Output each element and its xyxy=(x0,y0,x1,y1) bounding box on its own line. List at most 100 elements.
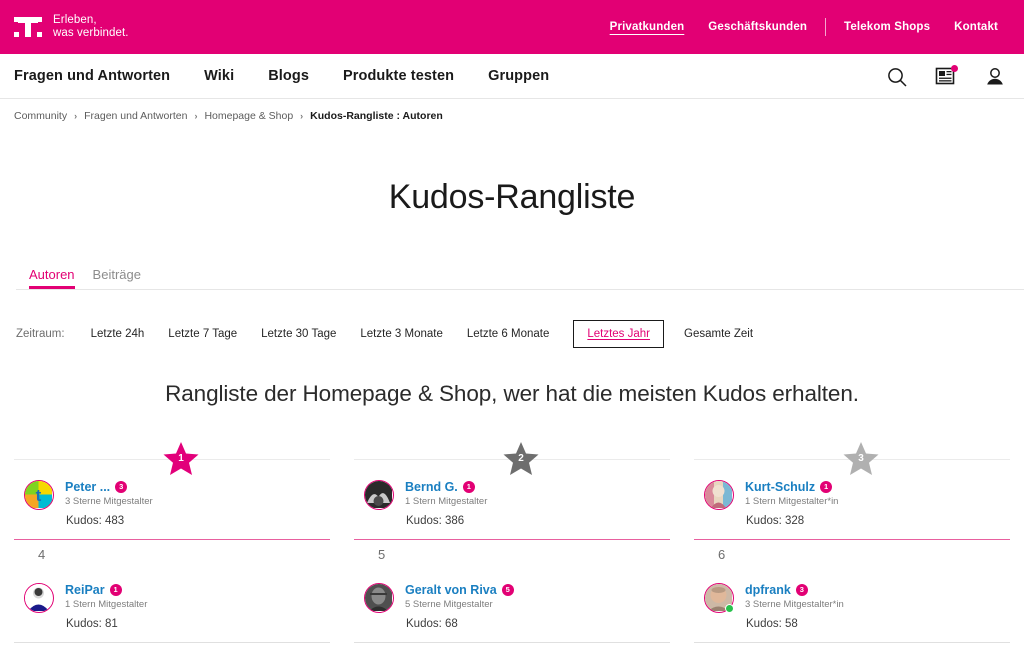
filter-letzte-7-tage[interactable]: Letzte 7 Tage xyxy=(168,328,261,340)
telekom-logo-icon xyxy=(14,16,42,38)
tab-beitraege[interactable]: Beiträge xyxy=(93,267,159,289)
utility-divider xyxy=(825,18,827,36)
rank-number: 6 xyxy=(718,547,726,562)
utility-link-privatkunden[interactable]: Privatkunden xyxy=(598,21,697,33)
card-bottom-divider xyxy=(14,642,330,643)
search-icon[interactable] xyxy=(886,66,908,88)
rank-star-icon: 2 xyxy=(502,440,540,478)
card-bottom-divider xyxy=(354,642,670,643)
leaderboard-grid: 1 t Peter ... 3 3 Sterne Mitgestalter Ku… xyxy=(14,437,1010,643)
rank-number: 3 xyxy=(858,452,864,464)
kudos-count: Kudos: 386 xyxy=(406,515,465,527)
user-info: Geralt von Riva 5 5 Sterne Mitgestalter xyxy=(405,583,514,610)
user-row[interactable]: Bernd G. 1 1 Stern Mitgestalter xyxy=(364,480,487,510)
tab-autoren[interactable]: Autoren xyxy=(16,267,93,289)
zeitraum-filter-bar: Zeitraum: Letzte 24h Letzte 7 Tage Letzt… xyxy=(16,320,1024,348)
filter-letzte-24h[interactable]: Letzte 24h xyxy=(91,328,169,340)
card-bottom-divider xyxy=(694,642,1010,643)
user-row[interactable]: dpfrank 3 3 Sterne Mitgestalter*in xyxy=(704,583,844,613)
username-link[interactable]: dpfrank xyxy=(745,583,791,597)
user-role: 1 Stern Mitgestalter xyxy=(405,496,488,507)
filter-letzte-3-monate[interactable]: Letzte 3 Monate xyxy=(360,328,466,340)
username-link[interactable]: Bernd G. xyxy=(405,480,458,494)
username-row: Geralt von Riva 5 xyxy=(405,583,514,597)
avatar[interactable] xyxy=(364,480,394,510)
nav-item-wiki[interactable]: Wiki xyxy=(187,68,251,84)
breadcrumb-item-homepage-shop[interactable]: Homepage & Shop xyxy=(204,110,293,122)
utility-link-geschaeftskunden[interactable]: Geschäftskunden xyxy=(696,21,819,33)
leaderboard-card: 6 dpfrank 3 3 Sterne Mitgestalter*in Kud… xyxy=(694,540,1010,643)
leaderboard-card: 2 Bernd G. 1 1 Stern Mitgestalter Kudos:… xyxy=(354,437,670,540)
utility-link-kontakt[interactable]: Kontakt xyxy=(942,21,1010,33)
avatar[interactable] xyxy=(704,583,734,613)
utility-links: Privatkunden Geschäftskunden Telekom Sho… xyxy=(598,0,1010,54)
online-status-indicator xyxy=(725,604,734,613)
avatar[interactable]: t xyxy=(24,480,54,510)
username-link[interactable]: Geralt von Riva xyxy=(405,583,497,597)
nav-item-gruppen[interactable]: Gruppen xyxy=(471,68,566,84)
notification-badge xyxy=(951,64,958,72)
kudos-count: Kudos: 328 xyxy=(746,515,805,527)
breadcrumb-separator: › xyxy=(300,111,304,121)
rank-badge-icon: 5 xyxy=(501,584,514,596)
rank-star-icon: 3 xyxy=(842,440,880,478)
avatar[interactable] xyxy=(24,583,54,613)
username-row: Kurt-Schulz 1 xyxy=(745,480,838,494)
leaderboard-tabs: Autoren Beiträge xyxy=(16,262,1024,290)
user-role: 3 Sterne Mitgestalter xyxy=(65,496,153,507)
user-role: 1 Stern Mitgestalter*in xyxy=(745,496,839,507)
username-link[interactable]: Kurt-Schulz xyxy=(745,480,815,494)
filter-letzte-6-monate[interactable]: Letzte 6 Monate xyxy=(467,328,573,340)
leaderboard-card: 4 ReiPar 1 1 Stern Mitgestalter Kudos: 8… xyxy=(14,540,330,643)
username-row: ReiPar 1 xyxy=(65,583,147,597)
rank-star-icon: 1 xyxy=(162,440,200,478)
nav-item-blogs[interactable]: Blogs xyxy=(251,68,326,84)
kudos-count: Kudos: 58 xyxy=(746,618,798,630)
breadcrumb-separator: › xyxy=(74,111,78,121)
breadcrumb-item-community[interactable]: Community xyxy=(14,110,67,122)
avatar[interactable] xyxy=(704,480,734,510)
user-info: ReiPar 1 1 Stern Mitgestalter xyxy=(65,583,147,610)
user-info: Bernd G. 1 1 Stern Mitgestalter xyxy=(405,480,487,507)
breadcrumb-item-fragen-und-antworten[interactable]: Fragen und Antworten xyxy=(84,110,187,122)
user-row[interactable]: Geralt von Riva 5 5 Sterne Mitgestalter xyxy=(364,583,514,613)
page-title: Kudos-Rangliste xyxy=(388,178,636,216)
user-row[interactable]: Kurt-Schulz 1 1 Stern Mitgestalter*in xyxy=(704,480,838,510)
leaderboard-card: 5 Geralt von Riva 5 5 Sterne Mitgestalte… xyxy=(354,540,670,643)
svg-text:t: t xyxy=(36,486,42,505)
utility-bar: Erleben, was verbindet. Privatkunden Ges… xyxy=(0,0,1024,54)
username-row: Peter ... 3 xyxy=(65,480,153,494)
kudos-count: Kudos: 81 xyxy=(66,618,118,630)
username-link[interactable]: Peter ... xyxy=(65,480,110,494)
utility-link-telekom-shops[interactable]: Telekom Shops xyxy=(832,21,942,33)
kudos-count: Kudos: 483 xyxy=(66,515,125,527)
filter-gesamte-zeit[interactable]: Gesamte Zeit xyxy=(684,328,777,340)
username-row: dpfrank 3 xyxy=(745,583,844,597)
news-icon[interactable] xyxy=(935,64,958,88)
user-row[interactable]: t Peter ... 3 3 Sterne Mitgestalter xyxy=(24,480,153,510)
rank-number: 5 xyxy=(378,547,386,562)
rank-number: 2 xyxy=(518,452,524,464)
leaderboard-card: 1 t Peter ... 3 3 Sterne Mitgestalter Ku… xyxy=(14,437,330,540)
nav-item-fragen-und-antworten[interactable]: Fragen und Antworten xyxy=(14,68,187,84)
username-link[interactable]: ReiPar xyxy=(65,583,105,597)
rank-badge-icon: 3 xyxy=(115,481,128,493)
filter-letztes-jahr[interactable]: Letztes Jahr xyxy=(573,320,665,348)
telekom-brand[interactable]: Erleben, was verbindet. xyxy=(14,14,129,40)
username-row: Bernd G. 1 xyxy=(405,480,487,494)
main-nav-items: Fragen und Antworten Wiki Blogs Produkte… xyxy=(14,68,566,84)
nav-item-produkte-testen[interactable]: Produkte testen xyxy=(326,68,471,84)
user-account-icon[interactable] xyxy=(984,66,1006,88)
user-info: dpfrank 3 3 Sterne Mitgestalter*in xyxy=(745,583,844,610)
filter-letzte-30-tage[interactable]: Letzte 30 Tage xyxy=(261,328,360,340)
user-row[interactable]: ReiPar 1 1 Stern Mitgestalter xyxy=(24,583,147,613)
user-role: 1 Stern Mitgestalter xyxy=(65,599,148,610)
breadcrumb: Community › Fragen und Antworten › Homep… xyxy=(0,99,1024,125)
user-role: 3 Sterne Mitgestalter*in xyxy=(745,599,844,610)
rank-badge-icon: 3 xyxy=(795,584,808,596)
avatar[interactable] xyxy=(364,583,394,613)
rank-badge-icon: 1 xyxy=(462,481,475,493)
rank-badge-icon: 1 xyxy=(820,481,833,493)
nav-icon-group xyxy=(886,54,1006,99)
rank-number: 4 xyxy=(38,547,46,562)
